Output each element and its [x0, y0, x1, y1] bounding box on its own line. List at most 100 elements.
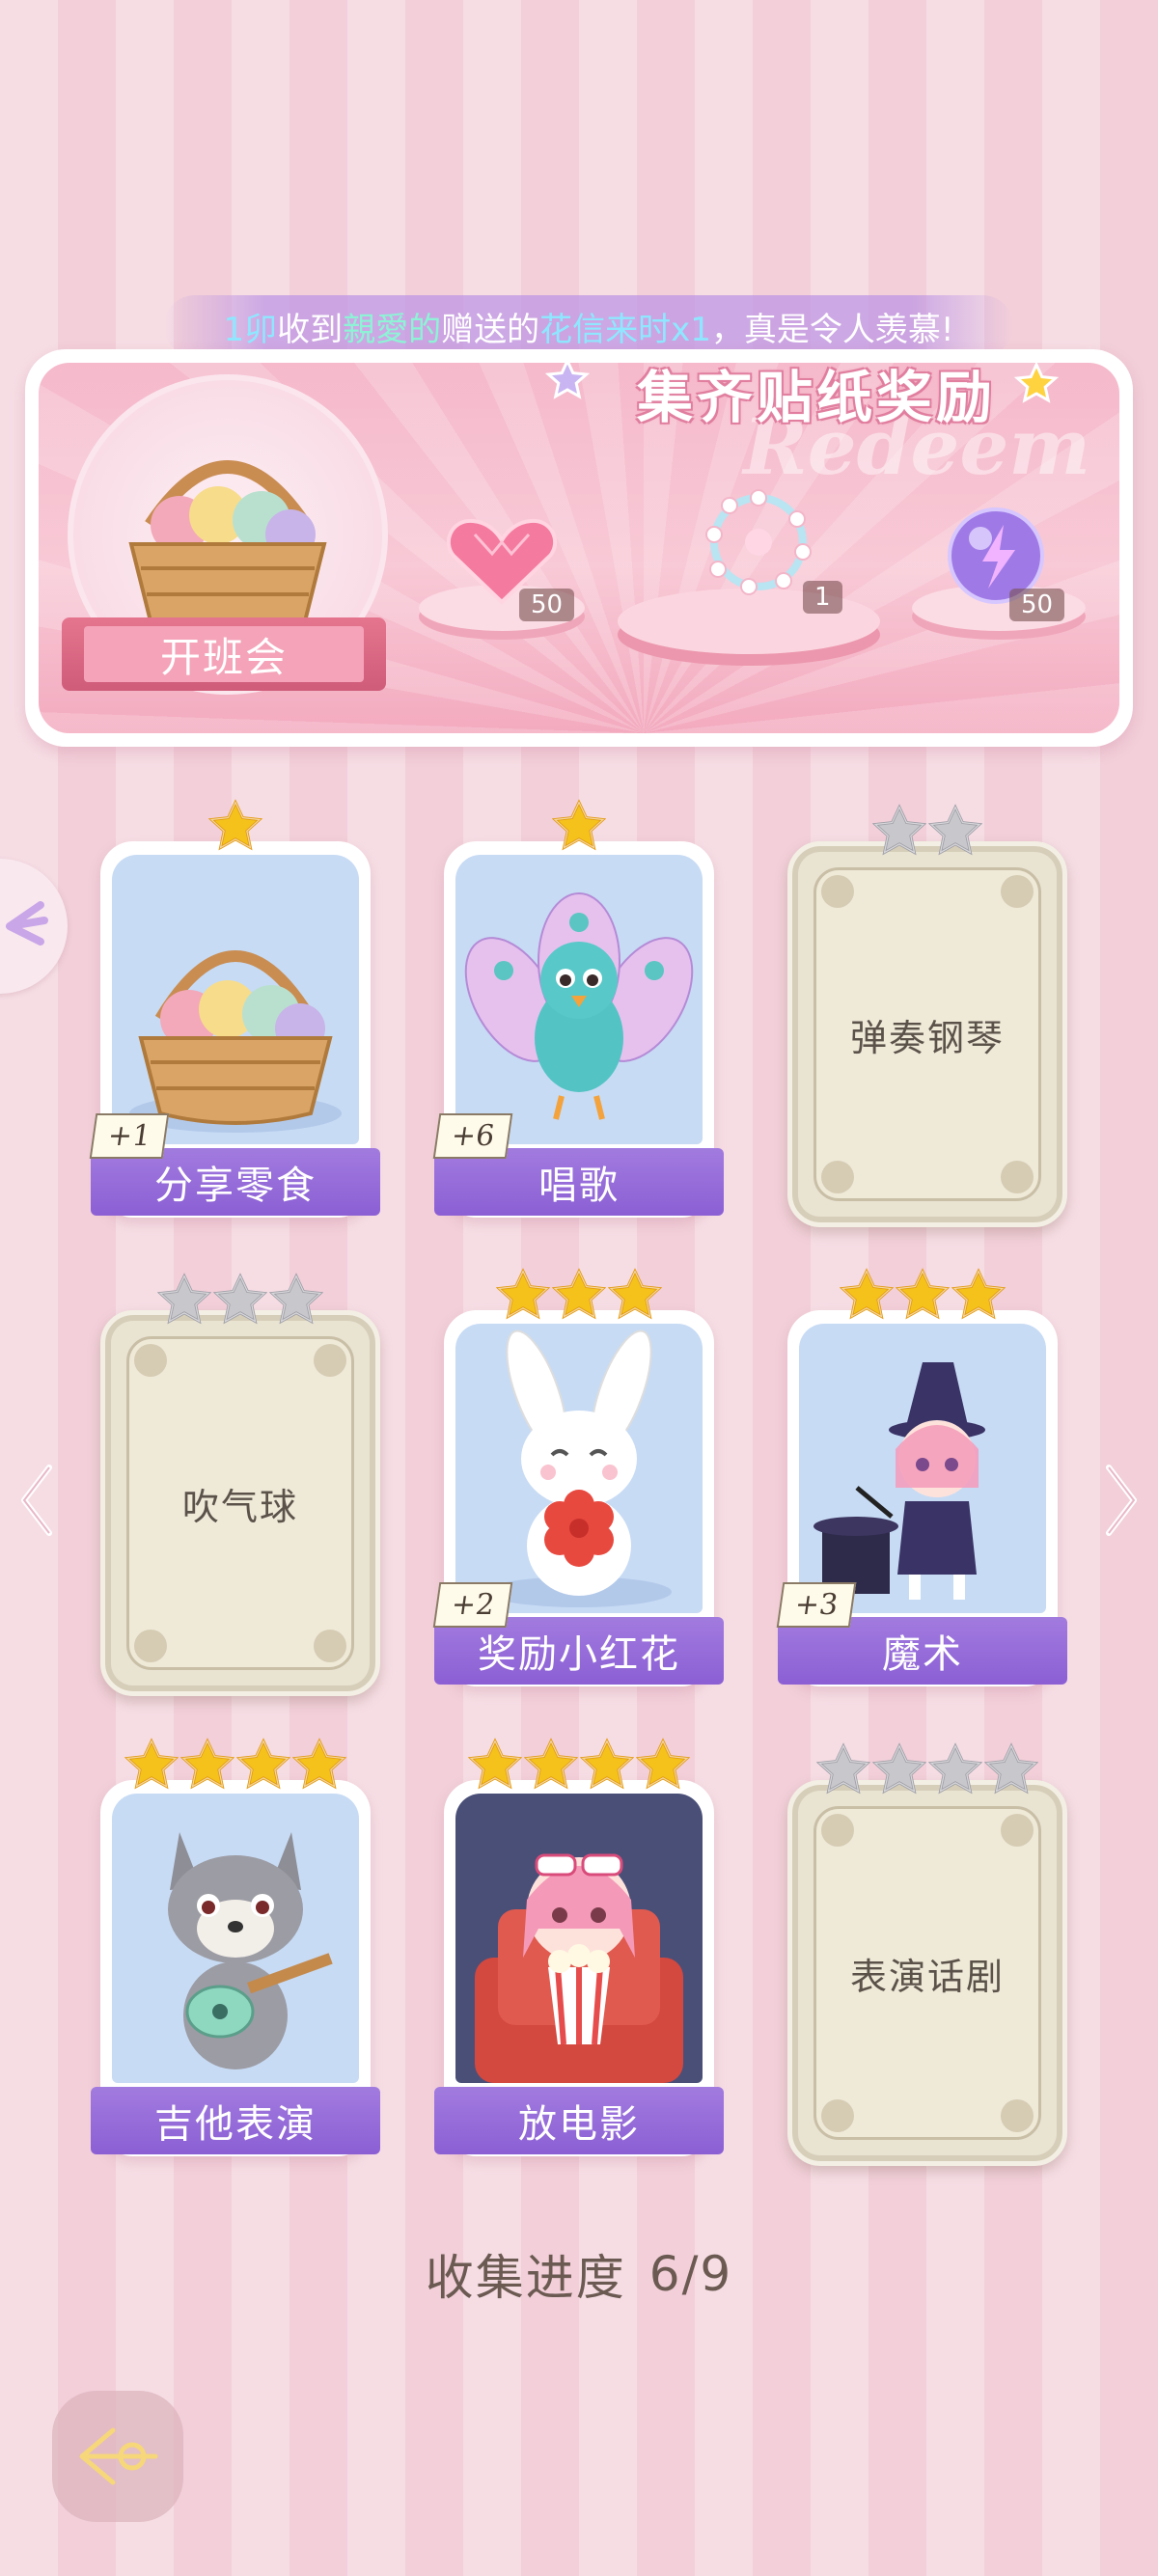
side-menu-tab[interactable] [0, 859, 68, 994]
card-art [112, 855, 359, 1144]
reward-crystal-bracelet[interactable]: 1 [614, 475, 884, 668]
gold-star-icon [635, 1738, 691, 1797]
gold-star-icon [895, 1268, 951, 1328]
gold-star-icon [124, 1738, 179, 1797]
star-rating [156, 1273, 324, 1332]
star-rating [467, 1738, 691, 1797]
movie-girl-art [475, 1853, 683, 2083]
sticker-card[interactable]: 唱歌 +6 [432, 799, 724, 1218]
crystal-bracelet-icon [618, 489, 880, 666]
grey-star-icon [156, 1273, 212, 1332]
marquee-gift: 花信来时x1 [539, 310, 711, 349]
banner-title: 集齐贴纸奖励 [636, 365, 996, 430]
card-name: 吉他表演 [91, 2087, 380, 2154]
locked-card-name: 表演话剧 [813, 1806, 1041, 2140]
gold-star-icon [951, 1268, 1006, 1328]
fan-icon [6, 901, 48, 945]
marquee-sender: 親愛的 [343, 310, 442, 349]
sticker-card[interactable]: 放电影 [434, 1738, 724, 2156]
magician-art [813, 1362, 985, 1600]
marquee-suffix: ，真是令人羡慕! [710, 310, 954, 349]
card-art [799, 1324, 1046, 1613]
card-art [455, 855, 703, 1144]
frame-corner-ornament [821, 1814, 854, 1847]
yellow-star-icon [1013, 361, 1060, 403]
next-page-button[interactable] [1098, 1457, 1146, 1544]
reward-count: 50 [1009, 589, 1065, 621]
gold-star-icon [495, 1268, 551, 1328]
collection-progress: 收集进度 6/9 [0, 2240, 1158, 2308]
bonus-badge: +6 [432, 1113, 513, 1159]
star-rating [839, 1268, 1006, 1328]
reward-count: 50 [519, 589, 575, 621]
frame-corner-ornament [134, 1344, 167, 1377]
star-rating [207, 799, 263, 859]
bonus-badge: +3 [776, 1582, 857, 1628]
gold-star-icon [291, 1738, 347, 1797]
grey-star-icon [212, 1273, 268, 1332]
prev-page-button[interactable] [12, 1457, 60, 1544]
card-art [455, 1794, 703, 2083]
frame-corner-ornament [821, 875, 854, 908]
grey-star-icon [927, 804, 983, 863]
sticker-card[interactable]: 表演话剧 [787, 1742, 1067, 2166]
reward-heart-gem[interactable]: 50 [415, 506, 589, 641]
marquee-sent: 赠送的 [441, 310, 540, 349]
star-rating [871, 804, 983, 863]
sticker-card[interactable]: 吹气球 [100, 1273, 380, 1696]
sticker-card[interactable]: 魔术 +3 [776, 1268, 1067, 1686]
frame-corner-ornament [1001, 2099, 1034, 2132]
star-rating [815, 1742, 1039, 1802]
grey-star-icon [815, 1742, 871, 1802]
star-rating [124, 1738, 347, 1797]
peacock-art [464, 892, 694, 1120]
back-arrow-icon [79, 2427, 158, 2485]
gift-notification-marquee: 1卯 收到 親愛的 赠送的 花信来时x1 ，真是令人羡慕! [164, 295, 1013, 357]
reward-count: 1 [803, 581, 842, 614]
sticker-card[interactable]: 分享零食 +1 [89, 799, 380, 1218]
gold-star-icon [467, 1738, 523, 1797]
card-name: 放电影 [434, 2087, 724, 2154]
progress-value: 6/9 [648, 2246, 733, 2302]
lightning-orb-icon [912, 507, 1086, 640]
grey-star-icon [871, 1742, 927, 1802]
gold-star-icon [179, 1738, 235, 1797]
card-art [112, 1794, 359, 2083]
gold-star-icon [551, 1268, 607, 1328]
gold-star-icon [207, 799, 263, 859]
event-label: 开班会 [84, 626, 364, 682]
gold-star-icon [235, 1738, 291, 1797]
gold-star-icon [551, 799, 607, 859]
frame-corner-ornament [821, 2099, 854, 2132]
sticker-card[interactable]: 奖励小红花 +2 [432, 1268, 724, 1686]
frame-corner-ornament [134, 1630, 167, 1662]
gold-star-icon [523, 1738, 579, 1797]
star-rating [551, 799, 607, 859]
frame-corner-ornament [314, 1344, 346, 1377]
locked-card-name: 吹气球 [126, 1336, 354, 1670]
card-art [455, 1324, 703, 1613]
grey-star-icon [927, 1742, 983, 1802]
sticker-card[interactable]: 吉他表演 [91, 1738, 380, 2156]
frame-corner-ornament [1001, 875, 1034, 908]
back-button[interactable] [52, 2391, 183, 2522]
bonus-badge: +1 [89, 1113, 170, 1159]
bunny-art [486, 1329, 672, 1607]
frame-corner-ornament [821, 1161, 854, 1193]
lavender-star-icon [544, 357, 591, 399]
snack-basket-art [129, 950, 342, 1133]
marquee-prefix: 1卯 [223, 310, 278, 349]
locked-card-name: 弹奏钢琴 [813, 867, 1041, 1201]
event-ribbon[interactable]: 开班会 [62, 617, 386, 691]
grey-star-icon [871, 804, 927, 863]
grey-star-icon [983, 1742, 1039, 1802]
chevron-right-icon [1106, 1465, 1137, 1536]
frame-corner-ornament [1001, 1161, 1034, 1193]
bonus-badge: +2 [432, 1582, 513, 1628]
sticker-card[interactable]: 弹奏钢琴 [787, 804, 1067, 1227]
marquee-received: 收到 [277, 310, 344, 349]
frame-corner-ornament [1001, 1814, 1034, 1847]
gold-star-icon [579, 1738, 635, 1797]
reward-lightning-orb[interactable]: 50 [907, 506, 1090, 641]
grey-star-icon [268, 1273, 324, 1332]
